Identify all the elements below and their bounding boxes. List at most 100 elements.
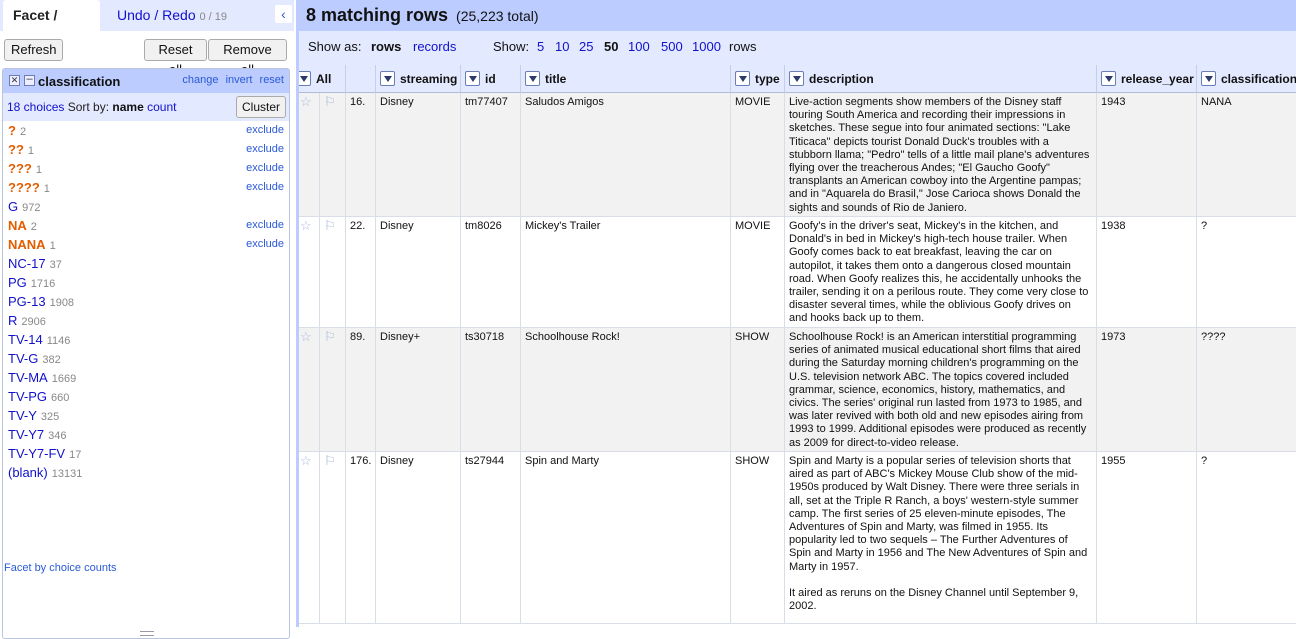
facet-by-choice-counts-link[interactable]: Facet by choice counts bbox=[4, 562, 117, 574]
page-size-1000[interactable]: 1000 bbox=[692, 39, 721, 54]
facet-choice-exclude-link[interactable]: exclude bbox=[246, 178, 284, 197]
flag-icon[interactable]: ⚐ bbox=[320, 452, 346, 623]
column-menu-icon[interactable] bbox=[735, 71, 750, 87]
facet-choice-exclude-link[interactable]: exclude bbox=[246, 121, 284, 140]
matching-rows-title: 8 matching rows (25,223 total) bbox=[306, 5, 539, 26]
column-header-release-year[interactable]: release_year bbox=[1097, 65, 1197, 93]
facet-choice-name[interactable]: PG-13 bbox=[8, 294, 46, 309]
facet-choice-name[interactable]: ??? bbox=[8, 161, 32, 176]
column-menu-icon[interactable] bbox=[1101, 71, 1116, 87]
cell-title: Saludos Amigos bbox=[521, 93, 731, 216]
choices-count-link[interactable]: 18 choices bbox=[7, 100, 64, 114]
facet-choice[interactable]: R 2906 bbox=[3, 311, 289, 330]
star-icon[interactable]: ☆ bbox=[299, 93, 320, 216]
facet-choice-name[interactable]: ? bbox=[8, 123, 16, 138]
collapse-panel-icon[interactable]: ‹ bbox=[275, 5, 292, 23]
page-size-25[interactable]: 25 bbox=[579, 39, 593, 54]
column-menu-icon[interactable] bbox=[299, 71, 311, 87]
facet-choice[interactable]: TV-Y7-FV 17 bbox=[3, 444, 289, 463]
facet-choice-name[interactable]: NC-17 bbox=[8, 256, 46, 271]
facet-invert-link[interactable]: invert bbox=[226, 74, 253, 86]
reset-all-button[interactable]: Reset all bbox=[144, 39, 207, 77]
facet-choice[interactable]: ??? 1 exclude bbox=[3, 159, 289, 178]
star-icon[interactable]: ☆ bbox=[299, 328, 320, 451]
column-menu-icon[interactable] bbox=[465, 71, 480, 87]
facet-choice[interactable]: PG-13 1908 bbox=[3, 292, 289, 311]
sort-by-count[interactable]: count bbox=[147, 100, 176, 114]
cell-streaming: Disney bbox=[376, 93, 461, 216]
facet-choice[interactable]: TV-14 1146 bbox=[3, 330, 289, 349]
facet-choice[interactable]: TV-MA 1669 bbox=[3, 368, 289, 387]
facet-choice-name[interactable]: TV-Y7-FV bbox=[8, 446, 65, 461]
remove-all-button[interactable]: Remove all bbox=[208, 39, 287, 77]
cell-streaming: Disney+ bbox=[376, 328, 461, 451]
show-as-records[interactable]: records bbox=[413, 39, 456, 54]
facet-choice-exclude-link[interactable]: exclude bbox=[246, 140, 284, 159]
facet-choice-name[interactable]: G bbox=[8, 199, 18, 214]
facet-choice-name[interactable]: ???? bbox=[8, 180, 40, 195]
flag-icon[interactable]: ⚐ bbox=[320, 217, 346, 327]
facet-choice[interactable]: NANA 1 exclude bbox=[3, 235, 289, 254]
facet-choice-name[interactable]: PG bbox=[8, 275, 27, 290]
facet-choice[interactable]: (blank) 13131 bbox=[3, 463, 289, 482]
facet-choice[interactable]: ???? 1 exclude bbox=[3, 178, 289, 197]
facet-change-link[interactable]: change bbox=[182, 74, 218, 86]
tab-undo-redo[interactable]: Undo / Redo 0 / 19 bbox=[107, 0, 237, 31]
facet-choice[interactable]: TV-G 382 bbox=[3, 349, 289, 368]
facet-choice[interactable]: TV-Y7 346 bbox=[3, 425, 289, 444]
column-header-streaming[interactable]: streaming bbox=[376, 65, 461, 93]
facet-choice-name[interactable]: ?? bbox=[8, 142, 24, 157]
sort-by-name[interactable]: name bbox=[112, 100, 143, 114]
facet-choice[interactable]: ? 2 exclude bbox=[3, 121, 289, 140]
facet-choice[interactable]: ?? 1 exclude bbox=[3, 140, 289, 159]
facet-choice[interactable]: TV-Y 325 bbox=[3, 406, 289, 425]
column-header-all[interactable]: All bbox=[299, 65, 346, 93]
column-header-type[interactable]: type bbox=[731, 65, 785, 93]
facet-choice-name[interactable]: TV-MA bbox=[8, 370, 48, 385]
classification-facet: ✕ – classification change invert reset 1… bbox=[2, 68, 290, 639]
column-header-description[interactable]: description bbox=[785, 65, 1097, 93]
column-menu-icon[interactable] bbox=[1201, 71, 1216, 87]
cluster-button[interactable]: Cluster bbox=[236, 96, 286, 118]
column-header-id[interactable]: id bbox=[461, 65, 521, 93]
column-menu-icon[interactable] bbox=[789, 71, 804, 87]
facet-choice-name[interactable]: (blank) bbox=[8, 465, 48, 480]
page-size-50[interactable]: 50 bbox=[604, 39, 618, 54]
facet-reset-link[interactable]: reset bbox=[260, 74, 284, 86]
facet-choice[interactable]: TV-PG 660 bbox=[3, 387, 289, 406]
column-menu-icon[interactable] bbox=[380, 71, 395, 87]
flag-icon[interactable]: ⚐ bbox=[320, 93, 346, 216]
facet-choice[interactable]: NC-17 37 bbox=[3, 254, 289, 273]
show-as-rows[interactable]: rows bbox=[371, 39, 401, 54]
facet-choice-exclude-link[interactable]: exclude bbox=[246, 159, 284, 178]
facet-choice-name[interactable]: NANA bbox=[8, 237, 46, 252]
facet-choice[interactable]: PG 1716 bbox=[3, 273, 289, 292]
facet-choice-name[interactable]: TV-Y bbox=[8, 408, 37, 423]
remove-facet-icon[interactable]: ✕ bbox=[9, 75, 20, 86]
column-menu-icon[interactable] bbox=[525, 71, 540, 87]
page-size-10[interactable]: 10 bbox=[555, 39, 569, 54]
facet-choice[interactable]: NA 2 exclude bbox=[3, 216, 289, 235]
star-icon[interactable]: ☆ bbox=[299, 217, 320, 327]
facet-choice-name[interactable]: TV-PG bbox=[8, 389, 47, 404]
refresh-button[interactable]: Refresh bbox=[4, 39, 63, 61]
cell-release-year: 1938 bbox=[1097, 217, 1197, 327]
page-size-500[interactable]: 500 bbox=[661, 39, 683, 54]
column-header-classification[interactable]: classification bbox=[1197, 65, 1296, 93]
resize-handle-icon[interactable] bbox=[140, 631, 154, 636]
flag-icon[interactable]: ⚐ bbox=[320, 328, 346, 451]
minimize-facet-icon[interactable]: – bbox=[24, 74, 35, 86]
facet-choice-exclude-link[interactable]: exclude bbox=[246, 235, 284, 254]
facet-choice-exclude-link[interactable]: exclude bbox=[246, 216, 284, 235]
facet-choice-name[interactable]: R bbox=[8, 313, 17, 328]
facet-choice-name[interactable]: TV-Y7 bbox=[8, 427, 44, 442]
page-size-100[interactable]: 100 bbox=[628, 39, 650, 54]
facet-choice[interactable]: G 972 bbox=[3, 197, 289, 216]
facet-choice-name[interactable]: TV-14 bbox=[8, 332, 43, 347]
tab-facet-filter[interactable]: Facet / Filter bbox=[3, 0, 100, 54]
page-size-5[interactable]: 5 bbox=[537, 39, 544, 54]
facet-choice-name[interactable]: NA bbox=[8, 218, 27, 233]
column-header-title[interactable]: title bbox=[521, 65, 731, 93]
star-icon[interactable]: ☆ bbox=[299, 452, 320, 623]
facet-choice-name[interactable]: TV-G bbox=[8, 351, 38, 366]
